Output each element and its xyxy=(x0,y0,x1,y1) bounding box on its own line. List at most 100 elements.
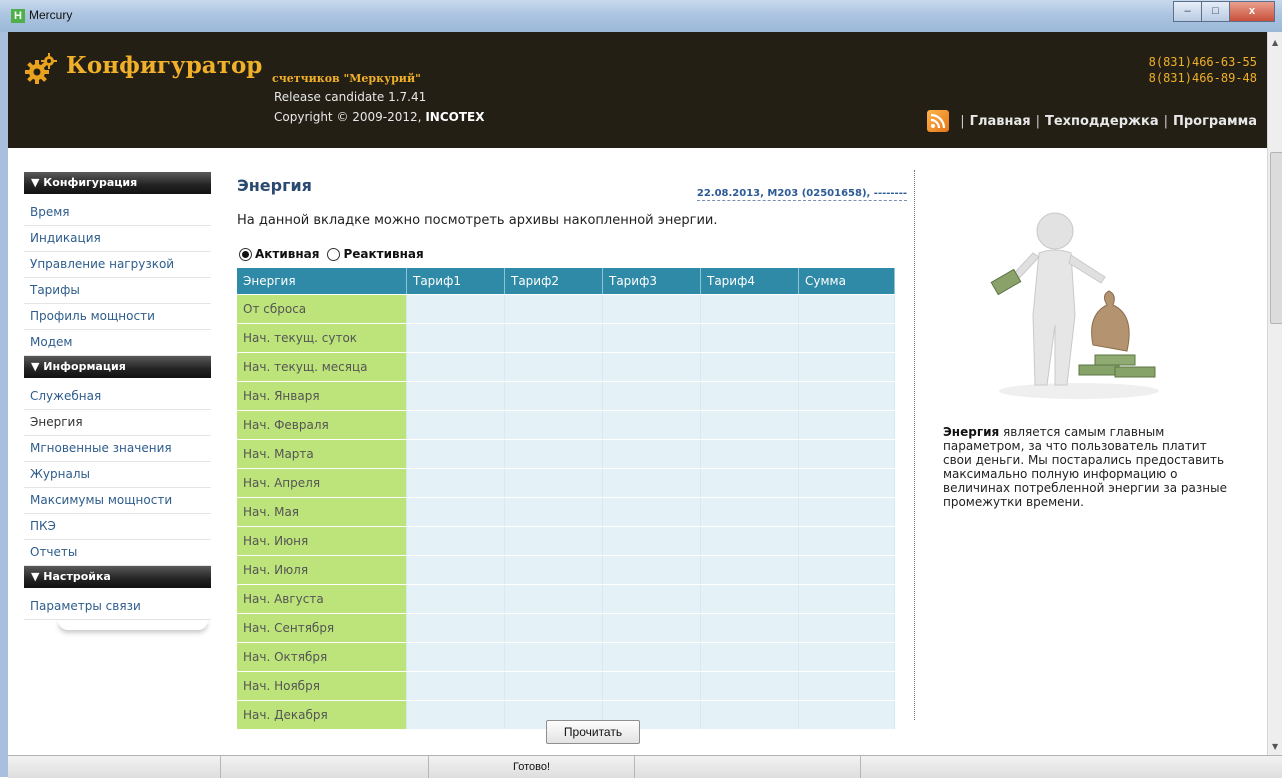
table-cell xyxy=(406,700,505,730)
table-cell xyxy=(602,381,701,411)
table-cell xyxy=(406,642,505,672)
copyright-text: Copyright © 2009-2012, xyxy=(274,110,422,124)
status-bar: Готово! xyxy=(8,755,1282,778)
table-cell xyxy=(700,439,799,469)
table-cell xyxy=(798,352,895,382)
table-cell xyxy=(798,584,895,614)
table-header-row: Энергия Тариф1 Тариф2 Тариф3 Тариф4 Сумм… xyxy=(237,268,895,295)
table-cell xyxy=(504,352,603,382)
row-label: Нач. Августа xyxy=(237,584,407,614)
nav-link-home[interactable]: Главная xyxy=(970,114,1031,129)
window-titlebar: H Mercury ‒ □ x xyxy=(0,0,1282,33)
rss-icon[interactable] xyxy=(927,110,950,132)
table-cell xyxy=(504,381,603,411)
table-cell xyxy=(798,700,895,730)
sidebar-item-reports[interactable]: Отчеты xyxy=(24,540,211,566)
scroll-up-icon[interactable]: ▲ xyxy=(1272,38,1278,47)
sidebar-item-modem[interactable]: Модем xyxy=(24,330,211,356)
app-icon: H xyxy=(11,9,25,23)
table-cell xyxy=(602,439,701,469)
sidebar: ▼ Конфигурация Время Индикация Управлени… xyxy=(24,172,211,630)
table-cell xyxy=(700,526,799,556)
radio-reactive[interactable] xyxy=(327,247,341,261)
table-row: Нач. Сентября xyxy=(237,613,895,643)
table-cell xyxy=(798,410,895,440)
row-label: Нач. Ноября xyxy=(237,671,407,701)
nav-separator: | xyxy=(960,113,965,129)
sidebar-item-indication[interactable]: Индикация xyxy=(24,226,211,252)
table-cell xyxy=(700,671,799,701)
table-cell xyxy=(406,468,505,498)
table-cell xyxy=(700,323,799,353)
scroll-thumb[interactable] xyxy=(1270,152,1282,324)
table-cell xyxy=(504,642,603,672)
nav-link-support[interactable]: Техподдержка xyxy=(1045,114,1159,129)
copyright-company: INCOTEX xyxy=(425,110,485,124)
table-row: Нач. Июля xyxy=(237,555,895,585)
row-label: Нач. Апреля xyxy=(237,468,407,498)
read-button[interactable]: Прочитать xyxy=(546,720,640,744)
table-cell xyxy=(798,381,895,411)
table-cell xyxy=(602,671,701,701)
table-cell xyxy=(602,294,701,324)
table-cell xyxy=(406,613,505,643)
table-cell xyxy=(504,294,603,324)
table-cell xyxy=(700,381,799,411)
sidebar-item-time[interactable]: Время xyxy=(24,200,211,226)
table-cell xyxy=(798,468,895,498)
column-header: Тариф3 xyxy=(602,268,701,295)
table-cell xyxy=(700,468,799,498)
sidebar-item-tariffs[interactable]: Тарифы xyxy=(24,278,211,304)
table-cell xyxy=(602,555,701,585)
phone-numbers: 8(831)466-63-55 8(831)466-89-48 xyxy=(1149,54,1257,86)
table-cell xyxy=(504,497,603,527)
sidebar-item-load-control[interactable]: Управление нагрузкой xyxy=(24,252,211,278)
row-label: Нач. Сентября xyxy=(237,613,407,643)
sidebar-section-config[interactable]: ▼ Конфигурация xyxy=(24,172,211,194)
sidebar-item-energy[interactable]: Энергия xyxy=(24,410,211,436)
sidebar-item-journals[interactable]: Журналы xyxy=(24,462,211,488)
meter-info: 22.08.2013, M203 (02501658), -------- xyxy=(696,188,907,201)
phone-number: 8(831)466-89-48 xyxy=(1148,71,1257,85)
page-title: Энергия xyxy=(237,176,312,195)
sidebar-section-info[interactable]: ▼ Информация xyxy=(24,356,211,378)
close-button[interactable]: x xyxy=(1229,1,1275,22)
table-row: Нач. Апреля xyxy=(237,468,895,498)
sidebar-item-power-maximums[interactable]: Максимумы мощности xyxy=(24,488,211,514)
table-cell xyxy=(406,555,505,585)
radio-active[interactable] xyxy=(239,247,252,261)
column-header: Сумма xyxy=(798,268,895,295)
sidebar-item-pke[interactable]: ПКЭ xyxy=(24,514,211,540)
sidebar-section-settings[interactable]: ▼ Настройка xyxy=(24,566,211,588)
minimize-button[interactable]: ‒ xyxy=(1173,1,1202,22)
table-cell xyxy=(798,642,895,672)
scroll-down-icon[interactable]: ▼ xyxy=(1272,742,1278,751)
energy-type-selector: Активная Реактивная xyxy=(239,247,432,261)
table-cell xyxy=(798,671,895,701)
table-row: Нач. Октября xyxy=(237,642,895,672)
radio-active-label[interactable]: Активная xyxy=(255,247,319,261)
table-row: Нач. Августа xyxy=(237,584,895,614)
radio-reactive-label[interactable]: Реактивная xyxy=(343,247,423,261)
release-label: Release candidate 1.7.41 xyxy=(274,90,427,104)
table-cell xyxy=(504,584,603,614)
table-cell xyxy=(504,555,603,585)
table-cell xyxy=(504,671,603,701)
status-text: Готово! xyxy=(513,761,551,773)
vertical-scrollbar[interactable]: ▲ ▼ xyxy=(1267,32,1282,755)
table-cell xyxy=(504,410,603,440)
table-row: Нач. Марта xyxy=(237,439,895,469)
phone-number: 8(831)466-63-55 xyxy=(1148,55,1257,69)
maximize-button[interactable]: □ xyxy=(1201,1,1230,22)
sidebar-item-connection-params[interactable]: Параметры связи xyxy=(24,594,211,620)
sidebar-item-service[interactable]: Служебная xyxy=(24,384,211,410)
table-cell xyxy=(700,555,799,585)
table-cell xyxy=(406,584,505,614)
row-label: Нач. Февраля xyxy=(237,410,407,440)
table-cell xyxy=(700,410,799,440)
window-controls: ‒ □ x xyxy=(1173,1,1275,22)
sidebar-item-power-profile[interactable]: Профиль мощности xyxy=(24,304,211,330)
nav-link-program[interactable]: Программа xyxy=(1173,114,1257,129)
table-cell xyxy=(406,526,505,556)
sidebar-item-instant-values[interactable]: Мгновенные значения xyxy=(24,436,211,462)
